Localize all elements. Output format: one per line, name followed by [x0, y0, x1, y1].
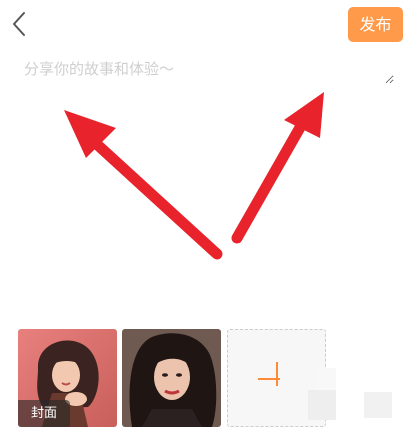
photo-thumbnail-cover[interactable]: 封面 [18, 329, 117, 427]
back-button[interactable] [6, 8, 34, 40]
story-input[interactable] [24, 58, 394, 84]
cover-badge: 封面 [18, 400, 70, 427]
photo-thumbnail[interactable] [122, 329, 221, 427]
arrow-left-annotation [64, 110, 223, 260]
portrait-photo [122, 329, 221, 427]
chevron-left-icon [13, 12, 25, 36]
ghost-placeholder [308, 390, 336, 420]
publish-button[interactable]: 发布 [348, 7, 403, 42]
ghost-placeholder [316, 368, 336, 390]
ghost-placeholder [364, 392, 392, 418]
arrow-right-annotation [231, 92, 324, 244]
